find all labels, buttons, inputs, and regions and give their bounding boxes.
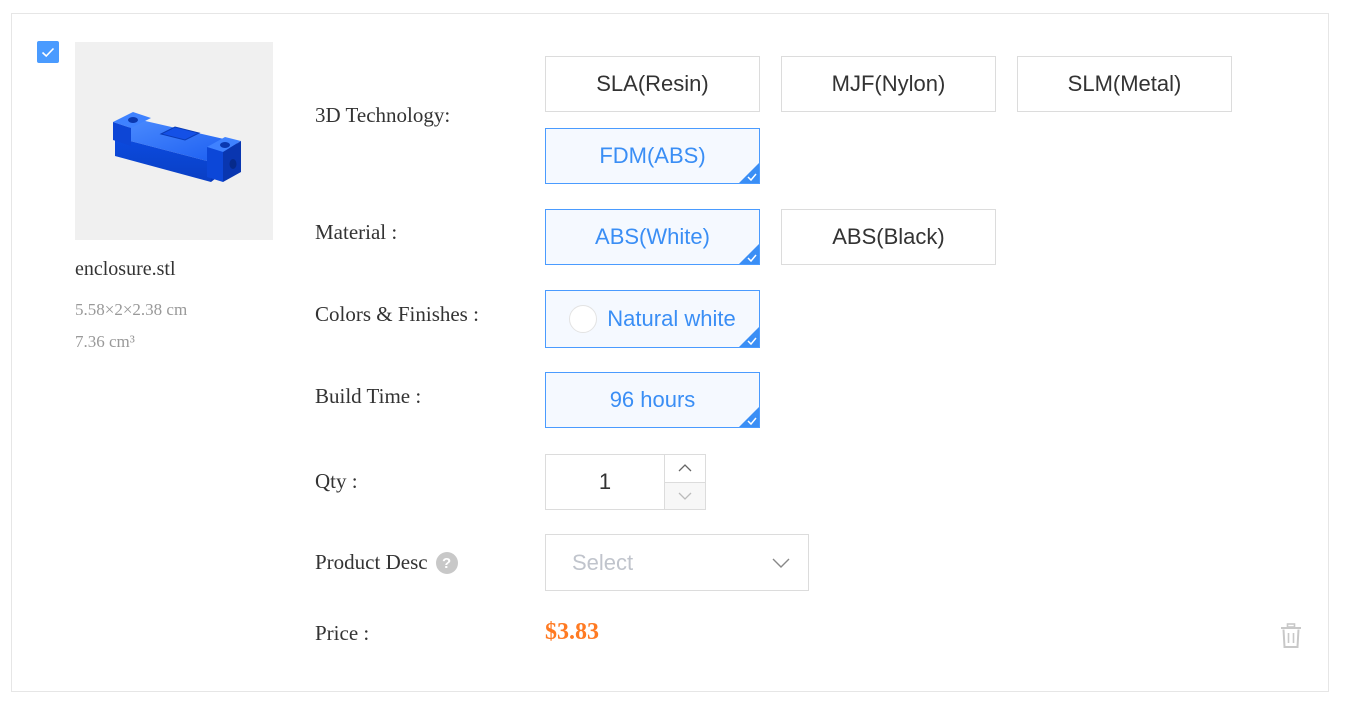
quantity-stepper-buttons bbox=[664, 455, 705, 509]
select-placeholder: Select bbox=[572, 549, 634, 575]
product-desc-label-text: Product Desc bbox=[315, 550, 428, 574]
build-time-label: Build Time : bbox=[315, 384, 422, 408]
chevron-up-icon bbox=[678, 464, 692, 472]
quantity-decrement-button[interactable] bbox=[665, 482, 705, 509]
material-label: Material : bbox=[315, 220, 398, 244]
model-volume: 7.36 cm³ bbox=[75, 332, 135, 351]
technology-label: 3D Technology: bbox=[315, 103, 451, 127]
model-thumbnail[interactable] bbox=[75, 42, 273, 240]
finish-option-label: Natural white bbox=[607, 306, 736, 331]
product-desc-select[interactable]: Select bbox=[545, 534, 809, 591]
selected-check-icon bbox=[747, 417, 757, 426]
tech-option-sla[interactable]: SLA(Resin) bbox=[545, 56, 760, 112]
file-name: enclosure.stl bbox=[75, 258, 176, 280]
quantity-stepper: 1 bbox=[545, 454, 706, 510]
material-option-abs-black[interactable]: ABS(Black) bbox=[781, 209, 996, 265]
help-icon[interactable]: ? bbox=[435, 552, 458, 575]
tech-option-slm[interactable]: SLM(Metal) bbox=[1017, 56, 1232, 112]
qty-label: Qty : bbox=[315, 469, 358, 493]
product-desc-label: Product Desc? bbox=[315, 550, 458, 575]
build-time-option-96h[interactable]: 96 hours bbox=[545, 372, 760, 428]
chevron-down-icon bbox=[772, 558, 790, 568]
finish-label: Colors & Finishes : bbox=[315, 302, 479, 326]
material-option-abs-white-label: ABS(White) bbox=[595, 224, 710, 249]
selected-check-icon bbox=[747, 337, 757, 346]
tech-option-fdm-label: FDM(ABS) bbox=[599, 143, 706, 168]
quantity-increment-button[interactable] bbox=[665, 455, 705, 483]
model-dimensions: 5.58×2×2.38 cm bbox=[75, 300, 188, 319]
color-swatch bbox=[569, 305, 598, 333]
material-option-abs-white[interactable]: ABS(White) bbox=[545, 209, 760, 265]
selected-check-icon bbox=[747, 254, 757, 263]
checkmark-icon bbox=[41, 47, 55, 57]
model-preview-image bbox=[113, 112, 241, 182]
select-item-checkbox[interactable] bbox=[37, 41, 59, 63]
price-value: $3.83 bbox=[545, 619, 599, 645]
build-time-option-label: 96 hours bbox=[609, 387, 696, 412]
tech-option-mjf[interactable]: MJF(Nylon) bbox=[781, 56, 996, 112]
price-label: Price : bbox=[315, 621, 370, 645]
selected-check-icon bbox=[747, 173, 757, 182]
quantity-input[interactable]: 1 bbox=[546, 455, 664, 509]
finish-option-natural-white[interactable]: Natural white bbox=[545, 290, 760, 348]
trash-icon[interactable] bbox=[1279, 623, 1303, 649]
chevron-down-icon bbox=[678, 492, 692, 500]
tech-option-fdm[interactable]: FDM(ABS) bbox=[545, 128, 760, 184]
